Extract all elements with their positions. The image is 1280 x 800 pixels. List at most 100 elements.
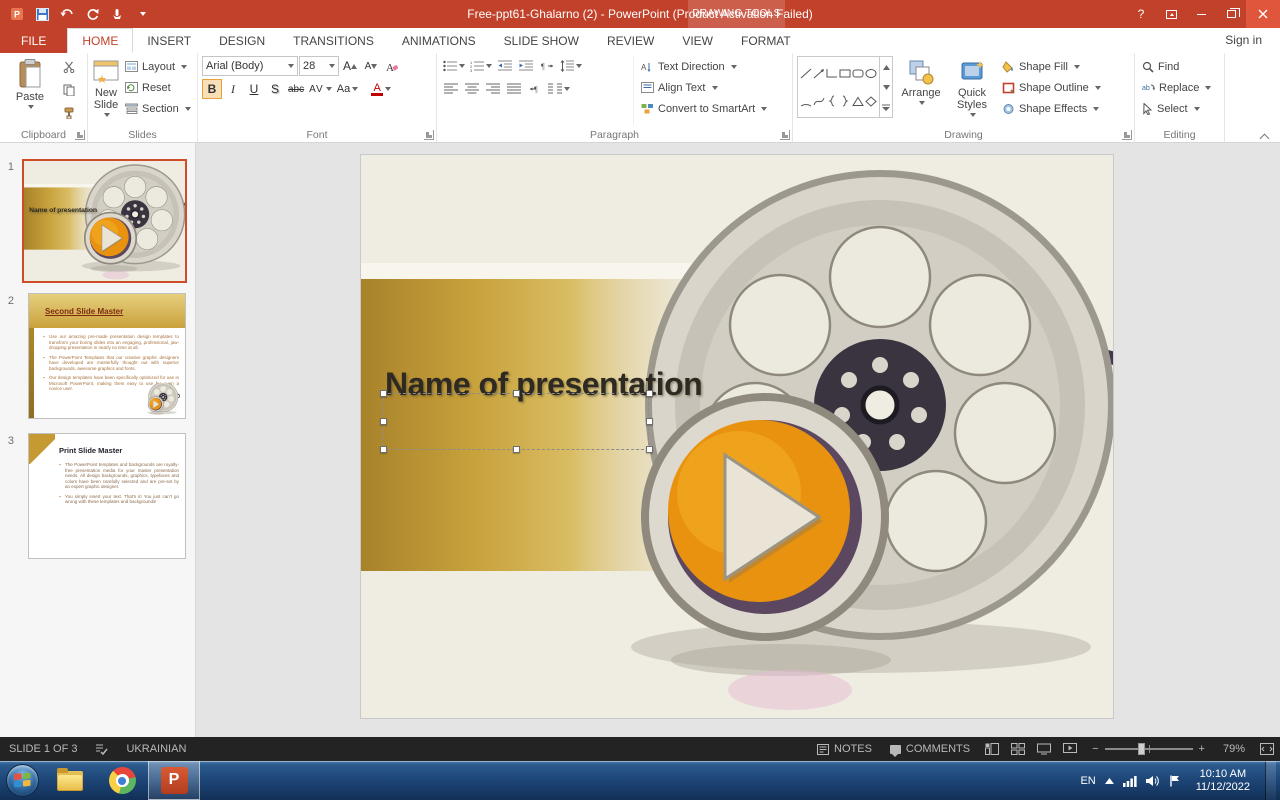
increase-indent-button[interactable]	[516, 56, 536, 76]
ltr-direction-button[interactable]: ¶	[537, 56, 557, 76]
font-dialog-launcher[interactable]	[424, 130, 434, 140]
quick-styles-button[interactable]: Quick Styles	[949, 56, 995, 125]
selection-handle-middle-left[interactable]	[380, 418, 387, 425]
clear-formatting-button[interactable]: A	[382, 56, 402, 76]
shape-arc-icon[interactable]	[800, 96, 812, 107]
text-placeholder-selection[interactable]	[383, 393, 649, 450]
rtl-direction-button[interactable]: ¶	[525, 79, 545, 99]
align-left-button[interactable]	[441, 79, 461, 99]
tab-file[interactable]: FILE	[0, 28, 67, 53]
repeat-button[interactable]	[81, 4, 103, 24]
replace-button[interactable]: ab Replace	[1139, 77, 1214, 98]
shape-triangle-icon[interactable]	[852, 96, 864, 107]
shape-arrow-icon[interactable]	[813, 68, 825, 79]
font-size-combo[interactable]: 28	[299, 56, 339, 76]
section-button[interactable]: Section	[122, 98, 194, 119]
align-right-button[interactable]	[483, 79, 503, 99]
volume-button[interactable]	[1146, 775, 1160, 787]
zoom-slider-handle[interactable]	[1138, 743, 1145, 755]
selection-handle-top-center[interactable]	[513, 390, 520, 397]
copy-button[interactable]	[58, 79, 80, 101]
format-painter-button[interactable]	[58, 102, 80, 124]
selection-handle-middle-right[interactable]	[646, 418, 653, 425]
shape-effects-button[interactable]: Shape Effects	[999, 98, 1104, 119]
minimize-button[interactable]	[1186, 0, 1216, 28]
align-text-button[interactable]: Align Text	[638, 77, 770, 98]
start-button[interactable]	[0, 761, 44, 800]
line-spacing-button[interactable]	[558, 56, 584, 76]
paragraph-dialog-launcher[interactable]	[780, 130, 790, 140]
collapse-ribbon-button[interactable]	[1261, 133, 1270, 139]
reset-button[interactable]: Reset	[122, 77, 194, 98]
shrink-font-button[interactable]: A	[361, 56, 381, 76]
grow-font-button[interactable]: A	[340, 56, 360, 76]
shape-line-icon[interactable]	[800, 68, 812, 79]
new-slide-button[interactable]: New Slide	[92, 56, 120, 125]
shape-outline-button[interactable]: Shape Outline	[999, 77, 1104, 98]
gallery-up-icon[interactable]	[880, 57, 892, 77]
shapes-gallery-scroll[interactable]	[879, 57, 892, 117]
spellcheck-button[interactable]	[86, 737, 117, 761]
shape-oval-icon[interactable]	[865, 68, 877, 79]
action-center-button[interactable]	[1169, 775, 1181, 787]
zoom-out-button[interactable]: −	[1083, 737, 1098, 761]
tab-transitions[interactable]: TRANSITIONS	[279, 28, 388, 53]
shape-right-brace-icon[interactable]	[841, 95, 849, 107]
undo-button[interactable]	[56, 4, 78, 24]
sign-in-link[interactable]: Sign in	[1225, 28, 1262, 53]
save-button[interactable]	[31, 4, 53, 24]
zoom-slider[interactable]	[1105, 748, 1193, 750]
reading-view-button[interactable]	[1031, 737, 1057, 761]
language-indicator[interactable]: UKRAINIAN	[117, 737, 195, 761]
slide-show-button[interactable]	[1057, 737, 1083, 761]
justify-button[interactable]	[504, 79, 524, 99]
help-button[interactable]: ?	[1126, 0, 1156, 28]
app-icon[interactable]: P	[6, 4, 28, 24]
change-case-button[interactable]: Aa	[335, 79, 360, 99]
normal-view-button[interactable]	[979, 737, 1005, 761]
selection-handle-bottom-center[interactable]	[513, 446, 520, 453]
touch-mode-button[interactable]	[106, 4, 128, 24]
zoom-in-button[interactable]: +	[1199, 737, 1214, 761]
ribbon-display-options-button[interactable]	[1156, 0, 1186, 28]
font-name-combo[interactable]: Arial (Body)	[202, 56, 298, 76]
decrease-indent-button[interactable]	[495, 56, 515, 76]
convert-to-smartart-button[interactable]: Convert to SmartArt	[638, 98, 770, 119]
numbering-button[interactable]: 123	[468, 56, 494, 76]
tab-animations[interactable]: ANIMATIONS	[388, 28, 490, 53]
shape-rectangle-icon[interactable]	[839, 68, 851, 79]
underline-button[interactable]: U	[244, 79, 264, 99]
slide-thumbnail-3[interactable]: Print Slide Master The PowerPoint templa…	[28, 433, 186, 559]
slide-thumbnail-2[interactable]: Second Slide Master Use our amazing pre-…	[28, 293, 186, 419]
slide-canvas[interactable]	[196, 143, 1280, 737]
character-spacing-button[interactable]: AV	[307, 79, 334, 99]
cut-button[interactable]	[58, 56, 80, 78]
find-button[interactable]: Find	[1139, 56, 1214, 77]
comments-toggle[interactable]: COMMENTS	[881, 737, 979, 761]
shape-curve-icon[interactable]	[813, 96, 825, 107]
tab-design[interactable]: DESIGN	[205, 28, 279, 53]
tab-review[interactable]: REVIEW	[593, 28, 668, 53]
align-center-button[interactable]	[462, 79, 482, 99]
slide-sorter-view-button[interactable]	[1005, 737, 1031, 761]
customize-qat-dropdown[interactable]	[131, 4, 153, 24]
tab-view[interactable]: VIEW	[668, 28, 727, 53]
bullets-button[interactable]	[441, 56, 467, 76]
drawing-dialog-launcher[interactable]	[1122, 130, 1132, 140]
fit-slide-to-window-button[interactable]	[1254, 737, 1280, 761]
shape-diamond-icon[interactable]	[865, 96, 877, 107]
shape-left-brace-icon[interactable]	[828, 95, 836, 107]
shapes-gallery[interactable]	[797, 56, 893, 118]
notes-toggle[interactable]: NOTES	[808, 737, 881, 761]
show-hidden-icons-button[interactable]	[1105, 778, 1114, 784]
columns-button[interactable]	[546, 79, 572, 99]
shape-rounded-rectangle-icon[interactable]	[852, 68, 864, 79]
tab-slide-show[interactable]: SLIDE SHOW	[490, 28, 593, 53]
network-button[interactable]	[1123, 775, 1137, 787]
tab-home[interactable]: HOME	[67, 28, 133, 53]
bold-button[interactable]: B	[202, 79, 222, 99]
tab-insert[interactable]: INSERT	[133, 28, 205, 53]
shape-fill-button[interactable]: Shape Fill	[999, 56, 1104, 77]
taskbar-chrome-button[interactable]	[96, 761, 148, 800]
taskbar-clock[interactable]: 10:10 AM 11/12/2022	[1190, 768, 1256, 794]
